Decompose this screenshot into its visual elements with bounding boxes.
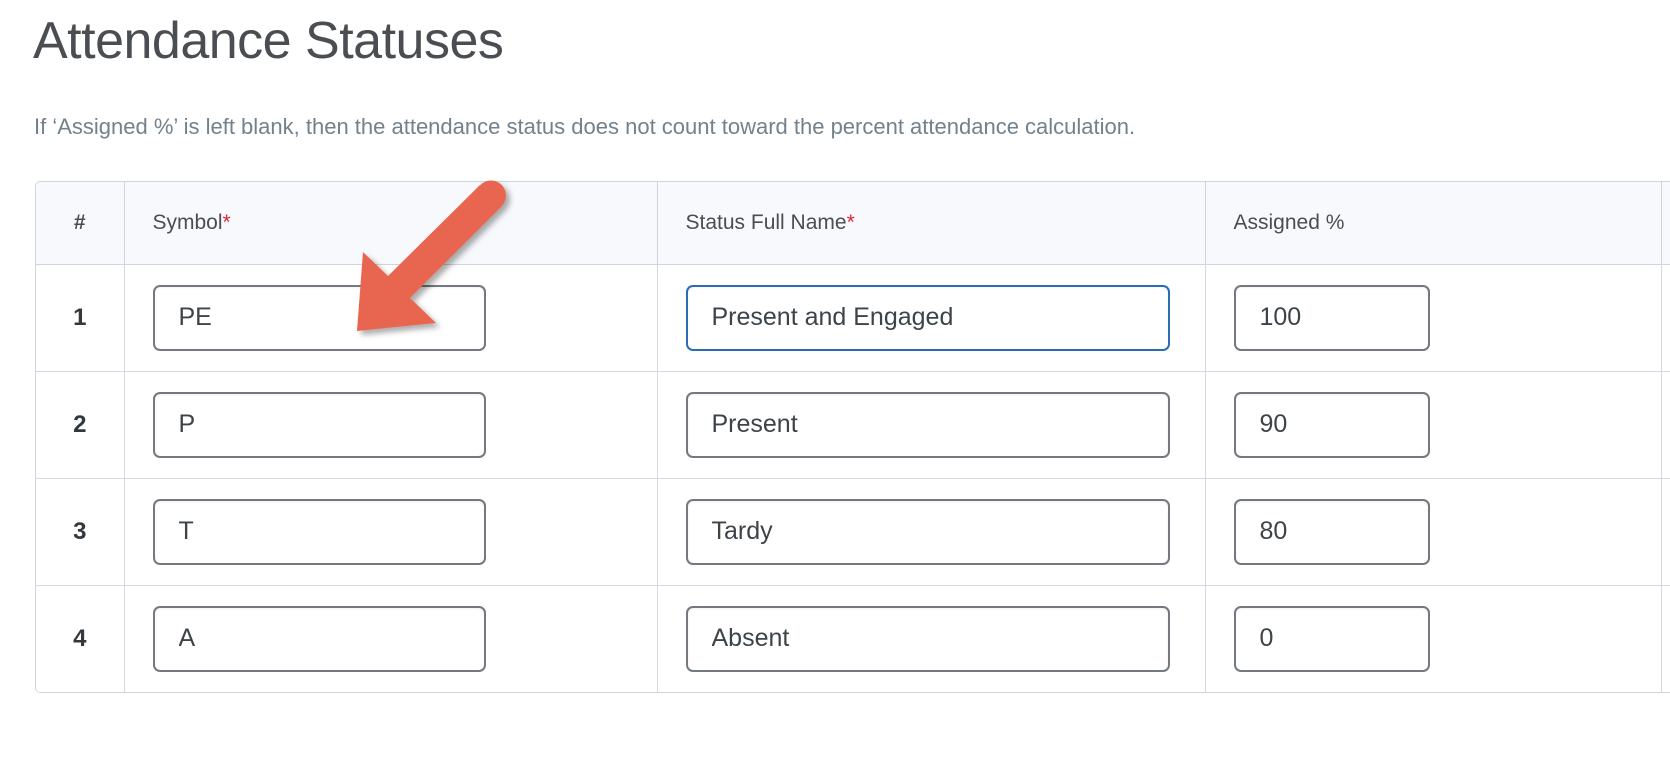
symbol-input[interactable]	[152, 391, 486, 458]
symbol-input[interactable]	[152, 498, 486, 565]
symbol-cell	[124, 478, 658, 586]
assigned-percent-cell	[1205, 478, 1662, 586]
status-full-name-cell	[657, 478, 1206, 586]
table-header-row: # Symbol* Status Full Name* Assigned %	[36, 182, 1670, 265]
required-asterisk-status-full-name: *	[846, 210, 855, 234]
symbol-input[interactable]	[152, 284, 486, 351]
table-row: 2	[36, 371, 1670, 479]
assigned-percent-input[interactable]	[1233, 391, 1430, 458]
overflow-cell	[1661, 478, 1670, 586]
table-header: # Symbol* Status Full Name* Assigned %	[36, 182, 1670, 265]
column-header-number: #	[36, 182, 125, 265]
overflow-cell	[1661, 585, 1670, 692]
symbol-input[interactable]	[152, 605, 486, 672]
attendance-statuses-page: Attendance Statuses If ‘Assigned %’ is l…	[0, 0, 1670, 760]
assigned-percent-cell	[1205, 371, 1662, 479]
status-full-name-input[interactable]	[685, 284, 1170, 351]
assigned-percent-input[interactable]	[1233, 284, 1430, 351]
status-full-name-input[interactable]	[685, 605, 1170, 672]
assigned-percent-cell	[1205, 264, 1662, 372]
table-row: 3	[36, 478, 1670, 586]
symbol-cell	[124, 585, 658, 692]
status-full-name-input[interactable]	[685, 391, 1170, 458]
assigned-percent-cell	[1205, 585, 1662, 692]
status-full-name-cell	[657, 371, 1206, 479]
page-title: Attendance Statuses	[33, 12, 504, 70]
required-asterisk-symbol: *	[222, 210, 231, 234]
column-header-status-full-name: Status Full Name*	[657, 182, 1206, 265]
column-header-assigned-percent: Assigned %	[1205, 182, 1662, 265]
table-body: 1 2	[36, 264, 1670, 692]
row-number-cell: 2	[36, 371, 125, 479]
attendance-statuses-table-container: # Symbol* Status Full Name* Assigned % 1	[35, 181, 1670, 693]
attendance-statuses-table: # Symbol* Status Full Name* Assigned % 1	[36, 182, 1670, 692]
symbol-cell	[124, 264, 658, 372]
status-full-name-input[interactable]	[685, 498, 1170, 565]
status-full-name-cell	[657, 585, 1206, 692]
column-header-symbol: Symbol*	[124, 182, 658, 265]
column-header-overflow	[1661, 182, 1670, 265]
status-full-name-cell	[657, 264, 1206, 372]
column-header-status-full-name-label: Status Full Name	[685, 210, 847, 234]
overflow-cell	[1661, 371, 1670, 479]
symbol-cell	[124, 371, 658, 479]
page-description: If ‘Assigned %’ is left blank, then the …	[34, 114, 1136, 139]
column-header-symbol-label: Symbol	[152, 210, 223, 234]
assigned-percent-input[interactable]	[1233, 605, 1430, 672]
overflow-cell	[1661, 264, 1670, 372]
row-number-cell: 1	[36, 264, 125, 372]
row-number-cell: 4	[36, 585, 125, 692]
table-row: 4	[36, 585, 1670, 692]
assigned-percent-input[interactable]	[1233, 498, 1430, 565]
row-number-cell: 3	[36, 478, 125, 586]
table-row: 1	[36, 264, 1670, 372]
